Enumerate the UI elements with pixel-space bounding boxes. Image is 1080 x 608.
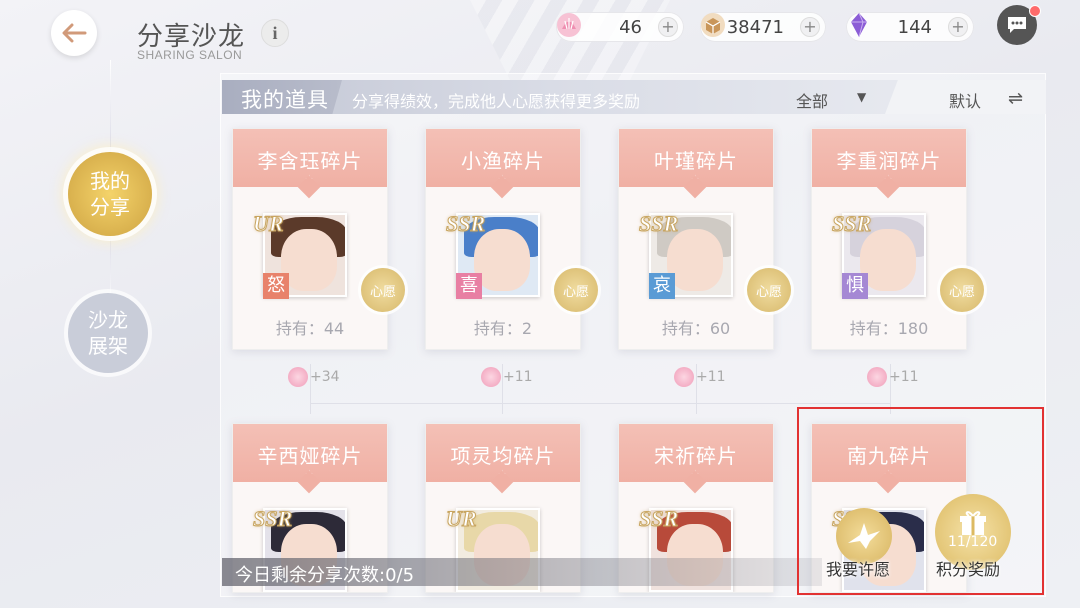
sparkle-icon: ✦ (691, 174, 700, 185)
portrait-face (667, 229, 723, 291)
box-currency-pill: 38471 + (700, 12, 826, 42)
sort-button[interactable]: 默认 (949, 88, 981, 112)
box-currency-value: 38471 (726, 17, 784, 38)
share-reward-value: +34 (310, 369, 340, 385)
sparkle-icon: ✦ (498, 174, 507, 185)
filter-dropdown[interactable]: 全部 (796, 88, 828, 112)
box-add-button[interactable]: + (800, 17, 820, 37)
shell-currency-pill: 46 + (556, 12, 684, 42)
shell-add-button[interactable]: + (658, 17, 678, 37)
rarity-badge: SSR (831, 211, 872, 237)
sparkle-icon: ✦ (498, 469, 507, 480)
back-arrow-icon (62, 23, 87, 43)
rarity-badge: UR (253, 211, 285, 237)
sort-icon[interactable]: ⇌ (1008, 88, 1023, 109)
item-card[interactable]: 叶瑾碎片 ✦ SSR 哀 持有：60 (618, 128, 774, 350)
rarity-badge: UR (446, 506, 478, 532)
mood-badge: 喜 (456, 273, 482, 299)
wish-button[interactable]: 心愿 (747, 268, 791, 312)
notification-dot (1029, 5, 1041, 17)
rarity-badge: SSR (252, 506, 293, 532)
rarity-badge: SSR (445, 211, 486, 237)
shell-icon (867, 367, 887, 387)
portrait-face (860, 229, 916, 291)
holding-count: 持有：44 (275, 319, 345, 338)
info-button[interactable]: i (261, 19, 289, 47)
tab-my-share[interactable]: 我的 分享 (68, 152, 152, 236)
item-card[interactable]: 李含珏碎片 ✦ UR 怒 持有：44 (232, 128, 388, 350)
item-card[interactable]: 小渔碎片 ✦ SSR 喜 持有：2 (425, 128, 581, 350)
toolbar-title: 我的道具 (241, 88, 329, 112)
card-header: 项灵均碎片 ✦ (426, 424, 580, 482)
tab-my-share-label: 我的 分享 (90, 169, 130, 219)
shell-icon (481, 367, 501, 387)
sparkle-icon: ✦ (305, 174, 314, 185)
tab-salon-shelf[interactable]: 沙龙 展架 (68, 293, 148, 373)
page-subtitle: SHARING SALON (137, 48, 243, 62)
card-header: 小渔碎片 ✦ (426, 129, 580, 187)
back-button[interactable] (51, 10, 97, 56)
card-header: 李重润碎片 ✦ (812, 129, 966, 187)
sparkle-icon: ✦ (691, 469, 700, 480)
connector-line (310, 403, 890, 404)
card-title: 辛西娅碎片 (257, 444, 363, 468)
share-count-text: 今日剩余分享次数:0/5 (235, 565, 415, 586)
rarity-badge: SSR (638, 506, 679, 532)
rarity-badge: SSR (638, 211, 679, 237)
crystal-currency-pill: 144 + (846, 12, 974, 42)
holding-count: 持有：60 (661, 319, 731, 338)
card-header: 宋祈碎片 ✦ (619, 424, 773, 482)
card-title: 项灵均碎片 (450, 444, 556, 468)
box-icon (696, 8, 730, 42)
share-reward-value: +11 (889, 369, 919, 385)
crystal-add-button[interactable]: + (948, 17, 968, 37)
portrait-face (474, 229, 530, 291)
share-reward: +11 (674, 367, 726, 389)
share-reward: +34 (288, 367, 340, 389)
tab-salon-shelf-label: 沙龙 展架 (88, 308, 128, 358)
sparkle-icon: ✦ (884, 174, 893, 185)
holding-count: 持有：180 (849, 319, 929, 338)
wish-button[interactable]: 心愿 (940, 268, 984, 312)
highlight-box (797, 407, 1044, 595)
chat-bubble-icon (1008, 17, 1026, 33)
crystal-currency-value: 144 (897, 17, 932, 38)
shell-icon (288, 367, 308, 387)
holding-count: 持有：2 (473, 319, 533, 338)
card-title: 李含珏碎片 (257, 149, 363, 173)
crystal-icon (842, 8, 876, 42)
item-card[interactable]: 李重润碎片 ✦ SSR 惧 持有：180 (811, 128, 967, 350)
share-reward-value: +11 (503, 369, 533, 385)
card-header: 辛西娅碎片 ✦ (233, 424, 387, 482)
shell-currency-value: 46 (619, 17, 642, 38)
mood-badge: 哀 (649, 273, 675, 299)
share-reward-value: +11 (696, 369, 726, 385)
toolbar-subtitle: 分享得绩效，完成他人心愿获得更多奖励 (352, 92, 641, 111)
chat-button[interactable] (997, 5, 1041, 45)
portrait-face (281, 229, 337, 291)
card-header: 李含珏碎片 ✦ (233, 129, 387, 187)
mood-badge: 惧 (842, 273, 868, 299)
sparkle-icon: ✦ (305, 469, 314, 480)
card-title: 小渔碎片 (461, 149, 545, 173)
card-title: 李重润碎片 (836, 149, 942, 173)
share-reward: +11 (867, 367, 919, 389)
share-reward: +11 (481, 367, 533, 389)
card-header: 叶瑾碎片 ✦ (619, 129, 773, 187)
card-title: 宋祈碎片 (654, 444, 738, 468)
dropdown-arrow-icon[interactable]: ▼ (857, 90, 866, 104)
wish-button[interactable]: 心愿 (554, 268, 598, 312)
shell-icon (674, 367, 694, 387)
shell-icon (552, 8, 586, 42)
card-title: 叶瑾碎片 (654, 149, 738, 173)
mood-badge: 怒 (263, 273, 289, 299)
wish-button[interactable]: 心愿 (361, 268, 405, 312)
